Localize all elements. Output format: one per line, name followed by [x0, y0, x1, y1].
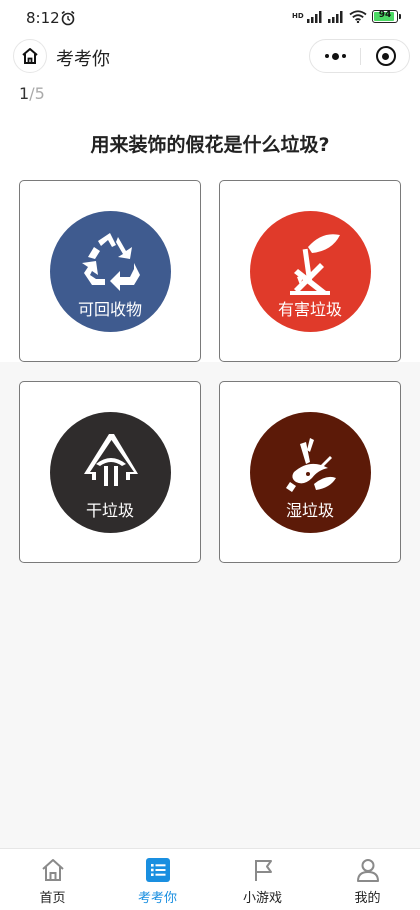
target-close-icon [375, 46, 396, 66]
more-dots-icon [324, 54, 329, 58]
wifi-icon [349, 10, 367, 23]
home-icon [41, 859, 64, 881]
option-hazardous[interactable]: 有害垃圾 [219, 180, 401, 362]
page-title: 考考你 [56, 49, 110, 70]
option-label: 可回收物 [77, 299, 142, 319]
option-badge: 湿垃圾 [249, 411, 371, 533]
network-label: HD [292, 12, 304, 20]
progress-total: 5 [34, 84, 45, 103]
more-button[interactable] [310, 40, 360, 72]
option-badge: 干垃圾 [49, 411, 171, 533]
option-label: 湿垃圾 [285, 500, 334, 520]
tab-home[interactable]: 首页 [0, 849, 105, 910]
tab-quiz[interactable]: 考考你 [105, 849, 210, 910]
tab-bar: 首页 考考你 小游戏 我的 [0, 848, 420, 910]
status-time: 8:12 [26, 9, 60, 27]
tab-profile[interactable]: 我的 [315, 849, 420, 910]
battery-indicator: 94 [372, 10, 401, 23]
home-button[interactable] [13, 39, 47, 73]
tab-label: 考考你 [137, 891, 177, 906]
status-bar: 8:12 HD 94 [0, 0, 420, 36]
home-icon [22, 48, 38, 64]
signal-icon [307, 10, 322, 23]
mini-program-capsule [309, 39, 410, 73]
close-button[interactable] [361, 40, 410, 72]
progress-current: 1 [19, 84, 30, 103]
tab-label: 我的 [354, 891, 381, 906]
question-text: 用来装饰的假花是什么垃圾? [90, 134, 330, 156]
list-icon [145, 858, 170, 882]
alarm-clock-icon [61, 10, 75, 26]
option-dry-waste[interactable]: 干垃圾 [19, 381, 201, 563]
nav-bar: 考考你 [0, 36, 420, 76]
tab-label: 首页 [39, 891, 66, 906]
question-progress: 1/5 [19, 84, 45, 103]
signal-icon [328, 10, 343, 23]
option-badge: 可回收物 [49, 210, 171, 332]
option-label: 有害垃圾 [277, 299, 342, 319]
tab-label: 小游戏 [242, 891, 282, 906]
tab-games[interactable]: 小游戏 [210, 849, 315, 910]
flag-icon [254, 860, 272, 881]
option-label: 干垃圾 [85, 500, 134, 520]
option-recyclable[interactable]: 可回收物 [19, 180, 201, 362]
battery-tip [399, 14, 401, 19]
battery-level: 94 [378, 10, 392, 20]
option-badge: 有害垃圾 [249, 210, 371, 332]
user-icon [356, 859, 379, 882]
option-wet-waste[interactable]: 湿垃圾 [219, 381, 401, 563]
